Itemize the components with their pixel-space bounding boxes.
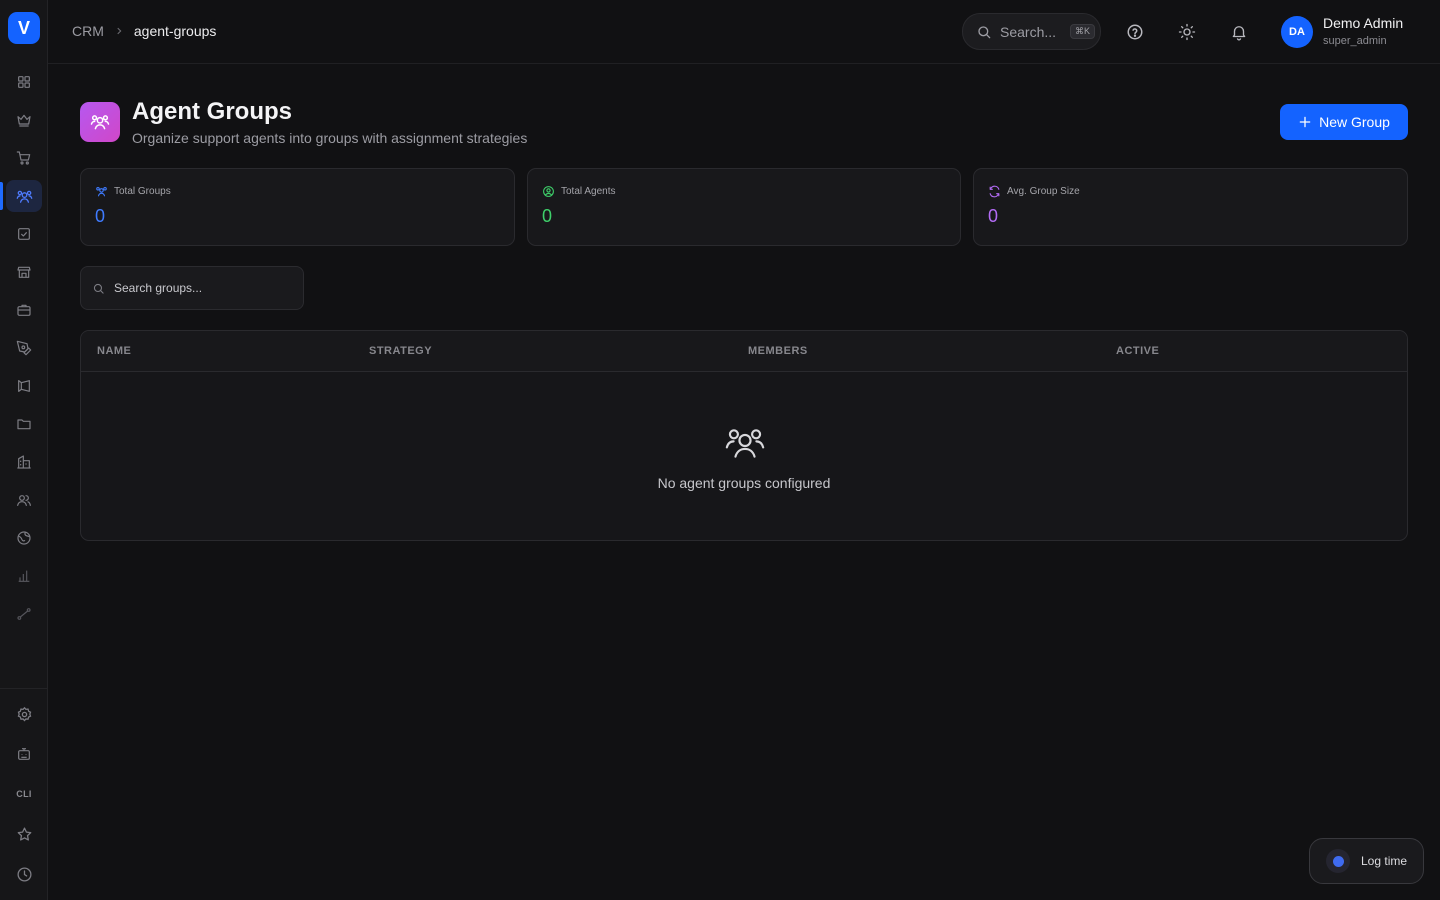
sidebar-item-analytics[interactable] (6, 560, 42, 592)
sidebar-item-buildings[interactable] (6, 446, 42, 478)
sidebar-item-store[interactable] (6, 256, 42, 288)
sidebar-item-cli[interactable]: CLI (6, 778, 42, 810)
bot-icon (16, 746, 32, 762)
crown-icon (16, 112, 32, 128)
sidebar-item-agent-groups[interactable] (6, 180, 42, 212)
folder-icon (16, 416, 32, 432)
sidebar-item-contacts[interactable] (6, 484, 42, 516)
users-icon (725, 425, 765, 459)
avatar[interactable]: DA (1281, 16, 1313, 48)
building-icon (16, 454, 32, 470)
global-search-button[interactable]: Search... ⌘K (962, 13, 1101, 50)
log-time-button[interactable]: Log time (1309, 838, 1424, 884)
search-icon (976, 24, 992, 40)
megaphone-icon (16, 378, 32, 394)
sidebar-item-campaigns[interactable] (6, 370, 42, 402)
stat-value: 0 (95, 206, 106, 226)
sidebar-item-globe[interactable] (6, 522, 42, 554)
user-name[interactable]: Demo Admin (1323, 15, 1403, 31)
app-logo[interactable]: V (8, 12, 40, 44)
sidebar-item-crown[interactable] (6, 104, 42, 136)
stat-card-avg-group-size: Avg. Group Size 0 (973, 168, 1408, 246)
sidebar-item-cart[interactable] (6, 142, 42, 174)
gear-icon (16, 706, 33, 723)
globe-icon (16, 530, 32, 546)
users-icon (90, 112, 110, 132)
stat-value: 0 (542, 206, 553, 226)
stat-card-total-groups: Total Groups 0 (80, 168, 515, 246)
sidebar: V CLI (0, 0, 48, 900)
breadcrumb-current: agent-groups (133, 23, 217, 39)
theme-toggle-button[interactable] (1173, 18, 1201, 46)
column-header-name[interactable]: NAME (97, 345, 131, 357)
store-icon (16, 264, 32, 280)
checkbox-icon (16, 226, 32, 242)
users-icon (16, 188, 33, 205)
page-icon (80, 102, 120, 142)
grid-icon (16, 74, 32, 90)
breadcrumb: CRM agent-groups (72, 23, 216, 39)
route-icon (16, 606, 32, 622)
empty-state-message: No agent groups configured (657, 475, 831, 491)
column-header-active[interactable]: ACTIVE (1116, 345, 1159, 357)
pen-tool-icon (16, 340, 32, 356)
clock-icon (16, 866, 33, 883)
global-search-label: Search... (1000, 23, 1057, 40)
star-icon (16, 826, 33, 843)
contacts-icon (16, 492, 32, 508)
sidebar-item-history[interactable] (6, 858, 42, 890)
log-time-label: Log time (1361, 854, 1408, 868)
briefcase-icon (16, 302, 32, 318)
plus-icon (1298, 115, 1312, 129)
stat-value: 0 (988, 206, 999, 226)
sidebar-item-design[interactable] (6, 332, 42, 364)
column-header-members[interactable]: MEMBERS (748, 345, 808, 357)
group-search-field[interactable] (80, 266, 304, 310)
user-circle-icon (542, 185, 555, 198)
stat-label: Total Groups (114, 186, 171, 197)
column-header-strategy[interactable]: STRATEGY (369, 345, 432, 357)
search-icon (92, 282, 105, 295)
sidebar-active-indicator (0, 182, 3, 210)
stat-label-row: Avg. Group Size (988, 185, 1080, 198)
stat-label-row: Total Groups (95, 185, 171, 198)
sidebar-item-tasks[interactable] (6, 218, 42, 250)
sidebar-divider (0, 688, 48, 689)
sun-icon (1178, 23, 1196, 41)
top-bar: CRM agent-groups Search... ⌘K DA Demo Ad… (48, 0, 1440, 64)
chevron-right-icon (114, 26, 124, 36)
sidebar-item-files[interactable] (6, 408, 42, 440)
breadcrumb-root[interactable]: CRM (72, 23, 104, 39)
sidebar-item-route[interactable] (6, 598, 42, 630)
help-icon (1126, 23, 1144, 41)
sidebar-item-assistant[interactable] (6, 738, 42, 770)
table-header: NAME STRATEGY MEMBERS ACTIVE (81, 331, 1407, 372)
bar-chart-icon (16, 568, 32, 584)
page-subtitle: Organize support agents into groups with… (132, 130, 528, 146)
help-button[interactable] (1121, 18, 1149, 46)
stat-label: Total Agents (561, 186, 616, 197)
search-shortcut-badge: ⌘K (1070, 24, 1096, 39)
sidebar-item-favorites[interactable] (6, 818, 42, 850)
agent-groups-table: NAME STRATEGY MEMBERS ACTIVE No agent gr… (80, 330, 1408, 541)
page-title: Agent Groups (132, 98, 292, 125)
cart-icon (16, 150, 32, 166)
logo-letter: V (17, 17, 30, 38)
timer-icon (1326, 849, 1350, 873)
stat-label: Avg. Group Size (1007, 186, 1080, 197)
new-group-button[interactable]: New Group (1280, 104, 1408, 140)
cli-label: CLI (16, 789, 32, 799)
sidebar-item-dashboard-grid[interactable] (6, 66, 42, 98)
sidebar-item-briefcase[interactable] (6, 294, 42, 326)
bell-icon (1230, 23, 1248, 41)
users-icon (95, 185, 108, 198)
refresh-icon (988, 185, 1001, 198)
notifications-button[interactable] (1225, 18, 1253, 46)
stat-card-total-agents: Total Agents 0 (527, 168, 961, 246)
group-search-input[interactable] (114, 281, 284, 295)
stat-label-row: Total Agents (542, 185, 615, 198)
new-group-label: New Group (1319, 114, 1390, 130)
user-role: super_admin (1323, 35, 1387, 47)
sidebar-item-settings[interactable] (6, 698, 42, 730)
